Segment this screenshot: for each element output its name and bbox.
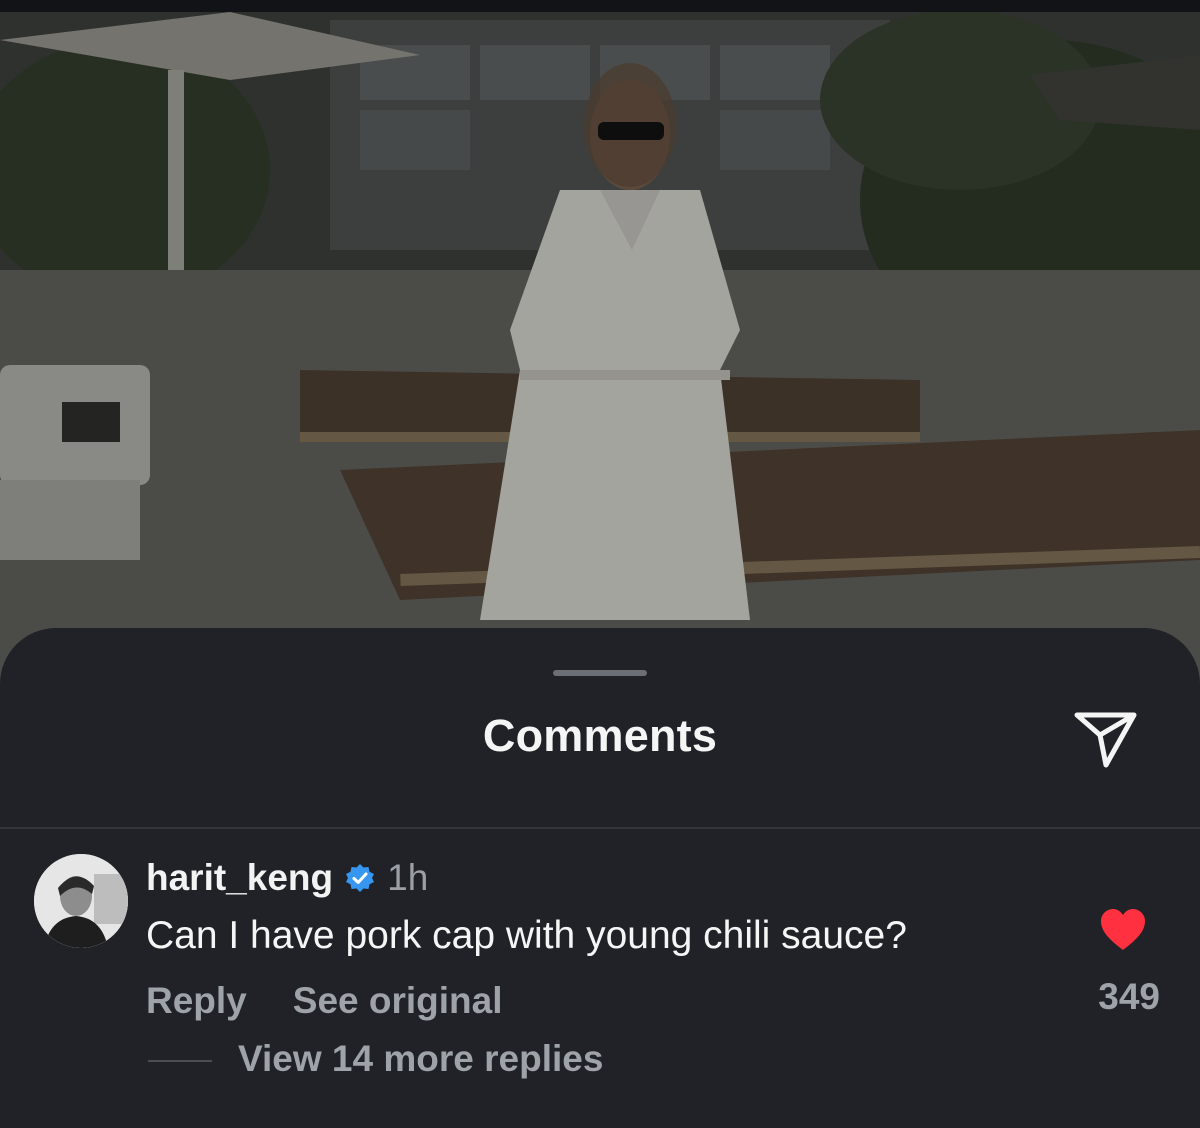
reply-button[interactable]: Reply (146, 980, 247, 1022)
comment-username[interactable]: harit_keng (146, 857, 333, 899)
comment-text: Can I have pork cap with young chili sau… (146, 914, 907, 957)
post-photo (0, 0, 1200, 700)
paper-plane-icon[interactable] (1072, 707, 1140, 771)
comment-item: harit_keng 1h Can I have pork cap with y… (0, 840, 1200, 1124)
heart-icon[interactable] (1099, 908, 1147, 952)
avatar[interactable] (34, 854, 128, 948)
status-strip (0, 0, 1200, 12)
like-count: 349 (1098, 976, 1160, 1017)
replies-divider-line (148, 1060, 212, 1062)
verified-badge-icon (346, 864, 375, 892)
sheet-title: Comments (482, 710, 718, 761)
comment-timestamp: 1h (387, 857, 429, 898)
sheet-divider (0, 827, 1200, 829)
see-original-button[interactable]: See original (293, 980, 503, 1022)
sheet-drag-handle[interactable] (553, 670, 647, 676)
view-more-replies-button[interactable]: View 14 more replies (238, 1038, 603, 1080)
